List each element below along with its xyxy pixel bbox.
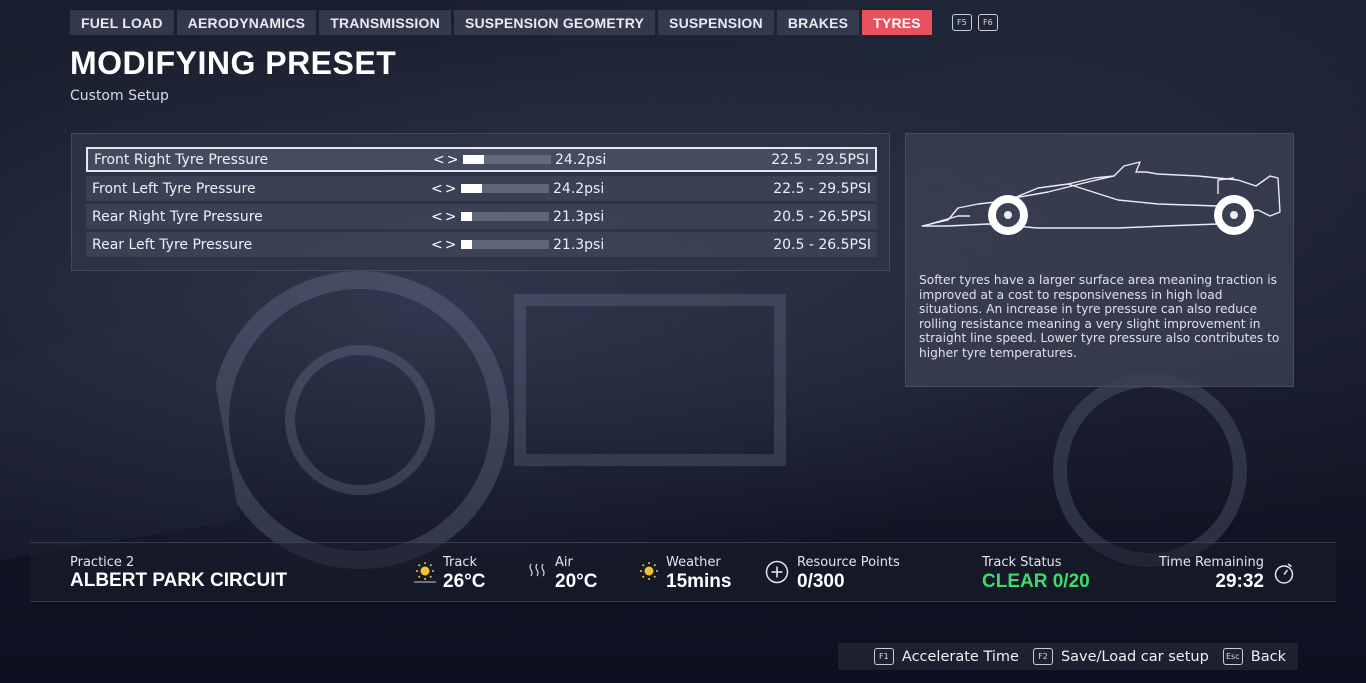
circuit-name: ALBERT PARK CIRCUIT	[70, 570, 288, 591]
track-temp: Track 26°C	[443, 555, 485, 593]
track-temp-value: 26°C	[443, 571, 486, 592]
setting-row-rear-left[interactable]: Rear Left Tyre Pressure <> 21.3psi 20.5 …	[86, 232, 877, 257]
sun-icon	[414, 562, 436, 583]
tab-aerodynamics[interactable]: AERODYNAMICS	[176, 10, 317, 35]
tab-suspension-geometry[interactable]: SUSPENSION GEOMETRY	[453, 10, 656, 35]
value-bar[interactable]	[461, 240, 549, 249]
setting-range: 20.5 - 26.5PSI	[773, 208, 871, 225]
setup-tabs: FUEL LOAD AERODYNAMICS TRANSMISSION SUSP…	[70, 10, 998, 35]
setting-label: Rear Right Tyre Pressure	[92, 208, 263, 225]
weather-label: Weather	[666, 555, 721, 570]
stopwatch-icon	[1274, 563, 1294, 584]
setting-value: 21.3psi	[553, 236, 605, 253]
resource-points: Resource Points 0/300	[797, 555, 900, 593]
setting-value: 24.2psi	[555, 151, 607, 168]
save-load-setup-label: Save/Load car setup	[1060, 648, 1209, 665]
time-remaining-value: 29:32	[1215, 571, 1264, 592]
resource-points-value: 0/300	[797, 571, 845, 592]
setting-row-front-right[interactable]: Front Right Tyre Pressure <> 24.2psi 22.…	[86, 147, 877, 172]
setting-label: Front Right Tyre Pressure	[94, 151, 269, 168]
setting-range: 22.5 - 29.5PSI	[771, 151, 869, 168]
save-load-setup-button[interactable]: F2 Save/Load car setup	[1032, 648, 1209, 665]
track-status-label: Track Status	[982, 555, 1062, 570]
sun-icon	[640, 562, 658, 580]
adjust-arrows-icon[interactable]: <>	[433, 152, 460, 168]
tab-brakes[interactable]: BRAKES	[776, 10, 860, 35]
tab-tyres[interactable]: TYRES	[862, 10, 932, 35]
resource-points-label: Resource Points	[797, 555, 900, 570]
f1-key-icon: F1	[873, 648, 894, 665]
air-temp-label: Air	[555, 555, 573, 570]
tab-key-hints: F5 F6	[951, 14, 998, 31]
value-bar[interactable]	[463, 155, 551, 164]
value-bar[interactable]	[461, 184, 549, 193]
track-status: Track Status CLEAR 0/20	[982, 555, 1090, 593]
air-temp-value: 20°C	[555, 571, 598, 592]
f5-key-hint[interactable]: F5	[951, 14, 972, 31]
air-temp: Air 20°C	[555, 555, 597, 593]
adjust-arrows-icon[interactable]: <>	[431, 209, 458, 225]
adjust-arrows-icon[interactable]: <>	[431, 181, 458, 197]
settings-panel: Front Right Tyre Pressure <> 24.2psi 22.…	[71, 133, 890, 271]
info-panel: Softer tyres have a larger surface area …	[905, 133, 1294, 387]
accelerate-time-button[interactable]: F1 Accelerate Time	[873, 648, 1019, 665]
tab-transmission[interactable]: TRANSMISSION	[319, 10, 451, 35]
adjust-arrows-icon[interactable]: <>	[431, 237, 458, 253]
setting-label: Front Left Tyre Pressure	[92, 180, 256, 197]
page-subtitle: Custom Setup	[70, 88, 169, 104]
accelerate-time-label: Accelerate Time	[901, 648, 1019, 665]
info-description: Softer tyres have a larger surface area …	[919, 273, 1280, 360]
session-name: Practice 2	[70, 555, 135, 570]
time-remaining-label: Time Remaining	[1159, 555, 1264, 570]
setting-range: 20.5 - 26.5PSI	[773, 236, 871, 253]
weather-value: 15mins	[666, 571, 732, 592]
tab-suspension[interactable]: SUSPENSION	[658, 10, 774, 35]
value-bar-fill	[461, 184, 483, 193]
f2-key-icon: F2	[1032, 648, 1053, 665]
setting-row-front-left[interactable]: Front Left Tyre Pressure <> 24.2psi 22.5…	[86, 176, 877, 201]
weather-forecast: Weather 15mins	[666, 555, 731, 593]
esc-key-icon: Esc	[1222, 648, 1243, 665]
value-bar-fill	[461, 240, 473, 249]
value-bar[interactable]	[461, 212, 549, 221]
page-title: MODIFYING PRESET	[70, 45, 397, 81]
time-remaining: Time Remaining 29:32	[1157, 555, 1264, 593]
back-label: Back	[1250, 648, 1286, 665]
setting-range: 22.5 - 29.5PSI	[773, 180, 871, 197]
setting-value: 21.3psi	[553, 208, 605, 225]
value-bar-fill	[463, 155, 485, 164]
setting-value: 24.2psi	[553, 180, 605, 197]
footer-controls: F1 Accelerate Time F2 Save/Load car setu…	[838, 643, 1298, 670]
plus-circle-icon	[765, 560, 789, 584]
heat-waves-icon	[529, 563, 545, 577]
setting-label: Rear Left Tyre Pressure	[92, 236, 253, 253]
track-temp-label: Track	[443, 555, 478, 570]
setting-row-rear-right[interactable]: Rear Right Tyre Pressure <> 21.3psi 20.5…	[86, 204, 877, 229]
session-status-bar: Practice 2 ALBERT PARK CIRCUIT Track 26°…	[30, 542, 1336, 602]
back-button[interactable]: Esc Back	[1222, 648, 1286, 665]
track-status-value: CLEAR 0/20	[982, 571, 1090, 592]
f6-key-hint[interactable]: F6	[977, 14, 998, 31]
value-bar-fill	[461, 212, 473, 221]
f1-car-icon	[921, 161, 1281, 235]
tab-fuel-load[interactable]: FUEL LOAD	[70, 10, 174, 35]
